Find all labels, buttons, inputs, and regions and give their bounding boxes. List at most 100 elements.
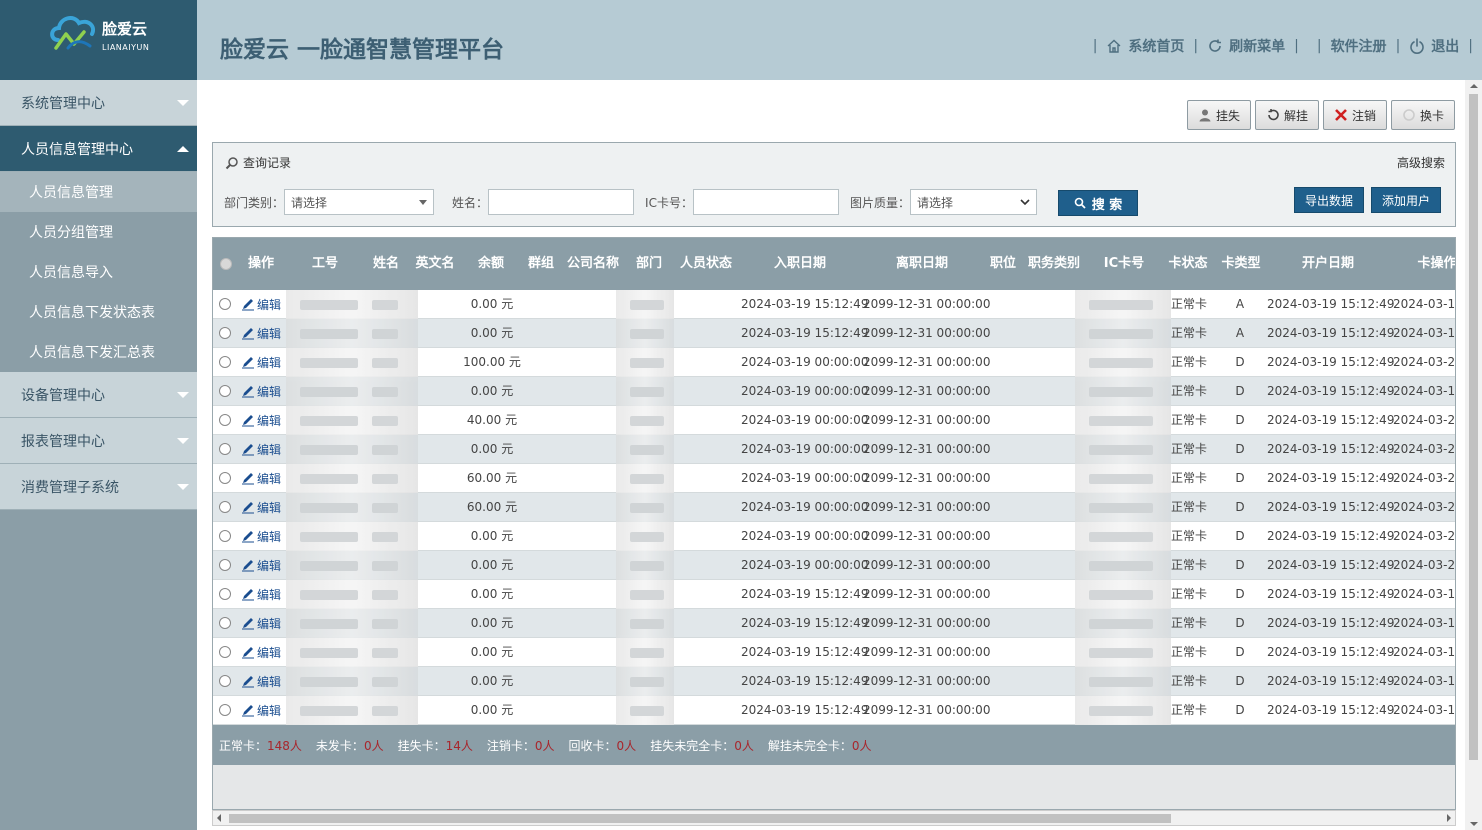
edit-link[interactable]: 编辑 xyxy=(241,377,281,405)
advanced-search-link[interactable]: 高级搜索 xyxy=(1397,154,1445,171)
menu-person-center[interactable]: 人员信息管理中心 xyxy=(0,126,197,172)
logout-link[interactable]: 退出 xyxy=(1409,36,1459,56)
table-row[interactable]: 编辑 0.00 元 2024-03-19 15:12:49 2099-12-31 00… xyxy=(213,290,1455,319)
scrollbar-thumb[interactable] xyxy=(229,814,1171,823)
col-leave-date[interactable]: 离职日期 xyxy=(887,238,957,290)
table-row[interactable]: 编辑 40.00 元 2024-03-19 00:00:00 2099-12-31 0… xyxy=(213,406,1455,435)
edit-link[interactable]: 编辑 xyxy=(241,609,281,637)
row-select-radio[interactable] xyxy=(219,356,231,368)
table-row[interactable]: 编辑 0.00 元 2024-03-19 00:00:00 2099-12-31 00… xyxy=(213,551,1455,580)
edit-link[interactable]: 编辑 xyxy=(241,580,281,608)
col-job-category[interactable]: 职务类别 xyxy=(1023,238,1085,290)
table-row[interactable]: 编辑 0.00 元 2024-03-19 15:12:49 2099-12-31 00… xyxy=(213,319,1455,348)
report-loss-button[interactable]: 挂失 xyxy=(1186,100,1251,130)
sidebar-item-person-group[interactable]: 人员分组管理 xyxy=(0,212,197,252)
vertical-scrollbar[interactable] xyxy=(1465,80,1482,830)
sidebar-item-person-import[interactable]: 人员信息导入 xyxy=(0,252,197,292)
edit-link[interactable]: 编辑 xyxy=(241,522,281,550)
menu-consume-system[interactable]: 消费管理子系统 xyxy=(0,464,197,510)
scroll-right-icon[interactable] xyxy=(1447,814,1451,822)
scroll-up-icon[interactable] xyxy=(1470,84,1478,88)
table-row[interactable]: 编辑 100.00 元 2024-03-19 00:00:00 2099-12-31 … xyxy=(213,348,1455,377)
row-select-radio[interactable] xyxy=(219,588,231,600)
dept-select[interactable]: 请选择 xyxy=(284,189,435,215)
row-select-radio[interactable] xyxy=(219,327,231,339)
table-row[interactable]: 编辑 0.00 元 2024-03-19 00:00:00 2099-12-31 00… xyxy=(213,522,1455,551)
row-select-radio[interactable] xyxy=(219,530,231,542)
table-row[interactable]: 编辑 0.00 元 2024-03-19 15:12:49 2099-12-31 00… xyxy=(213,580,1455,609)
edit-link[interactable]: 编辑 xyxy=(241,638,281,666)
unloss-button[interactable]: 解挂 xyxy=(1254,100,1319,130)
col-balance[interactable]: 余额 xyxy=(471,238,511,290)
table-row[interactable]: 编辑 0.00 元 2024-03-19 00:00:00 2099-12-31 00… xyxy=(213,435,1455,464)
horizontal-scrollbar[interactable] xyxy=(212,810,1456,826)
quality-select[interactable]: 请选择 xyxy=(909,189,1037,215)
row-select-radio[interactable] xyxy=(219,298,231,310)
row-select-radio[interactable] xyxy=(219,385,231,397)
col-action[interactable]: 操作 xyxy=(241,238,281,290)
logo[interactable]: 脸爱云 LIANAIYUN xyxy=(0,0,197,80)
col-id[interactable]: 工号 xyxy=(301,238,349,290)
scroll-down-icon[interactable] xyxy=(1470,822,1478,826)
edit-link[interactable]: 编辑 xyxy=(241,290,281,318)
col-english-name[interactable]: 英文名 xyxy=(411,238,459,290)
row-select-radio[interactable] xyxy=(219,559,231,571)
col-position[interactable]: 职位 xyxy=(983,238,1023,290)
table-row[interactable]: 编辑 0.00 元 2024-03-19 15:12:49 2099-12-31 00… xyxy=(213,609,1455,638)
col-open-date[interactable]: 开户日期 xyxy=(1295,238,1361,290)
menu-report-center[interactable]: 报表管理中心 xyxy=(0,418,197,464)
col-person-status[interactable]: 人员状态 xyxy=(675,238,737,290)
row-select-radio[interactable] xyxy=(219,704,231,716)
row-select-radio[interactable] xyxy=(219,472,231,484)
add-user-button[interactable]: 添加用户 xyxy=(1371,187,1442,213)
swap-card-button[interactable]: 换卡 xyxy=(1390,100,1455,130)
menu-system-center[interactable]: 系统管理中心 xyxy=(0,80,197,126)
table-row[interactable]: 编辑 0.00 元 2024-03-19 15:12:49 2099-12-31 00… xyxy=(213,667,1455,696)
table-row[interactable]: 编辑 0.00 元 2024-03-19 15:12:49 2099-12-31 00… xyxy=(213,696,1455,725)
cell-card-type: D xyxy=(1235,384,1245,398)
row-select-radio[interactable] xyxy=(219,617,231,629)
col-name[interactable]: 姓名 xyxy=(363,238,409,290)
col-card-status[interactable]: 卡状态 xyxy=(1165,238,1211,290)
search-button[interactable]: 搜 索 xyxy=(1058,190,1138,216)
refresh-menu-link[interactable]: 刷新菜单 xyxy=(1207,36,1285,56)
row-select-radio[interactable] xyxy=(219,675,231,687)
select-all-radio[interactable] xyxy=(220,258,232,270)
table-row[interactable]: 编辑 60.00 元 2024-03-19 00:00:00 2099-12-31 0… xyxy=(213,493,1455,522)
col-entry-date[interactable]: 入职日期 xyxy=(765,238,835,290)
cancel-card-button[interactable]: 注销 xyxy=(1322,100,1387,130)
row-select-radio[interactable] xyxy=(219,443,231,455)
home-link[interactable]: 系统首页 xyxy=(1106,36,1184,56)
edit-link[interactable]: 编辑 xyxy=(241,348,281,376)
name-input[interactable] xyxy=(488,189,635,215)
sidebar-item-issue-summary[interactable]: 人员信息下发汇总表 xyxy=(0,332,197,372)
edit-link[interactable]: 编辑 xyxy=(241,493,281,521)
menu-device-center[interactable]: 设备管理中心 xyxy=(0,372,197,418)
scroll-left-icon[interactable] xyxy=(217,814,221,822)
table-row[interactable]: 编辑 0.00 元 2024-03-19 00:00:00 2099-12-31 00… xyxy=(213,377,1455,406)
ic-card-input[interactable] xyxy=(692,189,839,215)
col-company[interactable]: 公司名称 xyxy=(563,238,623,290)
col-ic-card[interactable]: IC卡号 xyxy=(1099,238,1149,290)
row-select-radio[interactable] xyxy=(219,501,231,513)
col-card-type[interactable]: 卡类型 xyxy=(1217,238,1265,290)
edit-link[interactable]: 编辑 xyxy=(241,464,281,492)
col-card-operation[interactable]: 卡操作 xyxy=(1413,238,1455,290)
edit-link[interactable]: 编辑 xyxy=(241,696,281,724)
export-data-button[interactable]: 导出数据 xyxy=(1294,187,1365,213)
row-select-radio[interactable] xyxy=(219,414,231,426)
edit-link[interactable]: 编辑 xyxy=(241,319,281,347)
table-row[interactable]: 编辑 60.00 元 2024-03-19 00:00:00 2099-12-31 0… xyxy=(213,464,1455,493)
sidebar-item-issue-status[interactable]: 人员信息下发状态表 xyxy=(0,292,197,332)
scrollbar-thumb[interactable] xyxy=(1469,94,1478,760)
edit-link[interactable]: 编辑 xyxy=(241,435,281,463)
edit-link[interactable]: 编辑 xyxy=(241,667,281,695)
row-select-radio[interactable] xyxy=(219,646,231,658)
col-group[interactable]: 群组 xyxy=(521,238,561,290)
table-row[interactable]: 编辑 0.00 元 2024-03-19 15:12:49 2099-12-31 00… xyxy=(213,638,1455,667)
col-dept[interactable]: 部门 xyxy=(629,238,669,290)
sidebar-item-person-info[interactable]: 人员信息管理 xyxy=(0,172,197,212)
edit-link[interactable]: 编辑 xyxy=(241,551,281,579)
software-register-link[interactable]: 软件注册 xyxy=(1331,36,1387,56)
edit-link[interactable]: 编辑 xyxy=(241,406,281,434)
